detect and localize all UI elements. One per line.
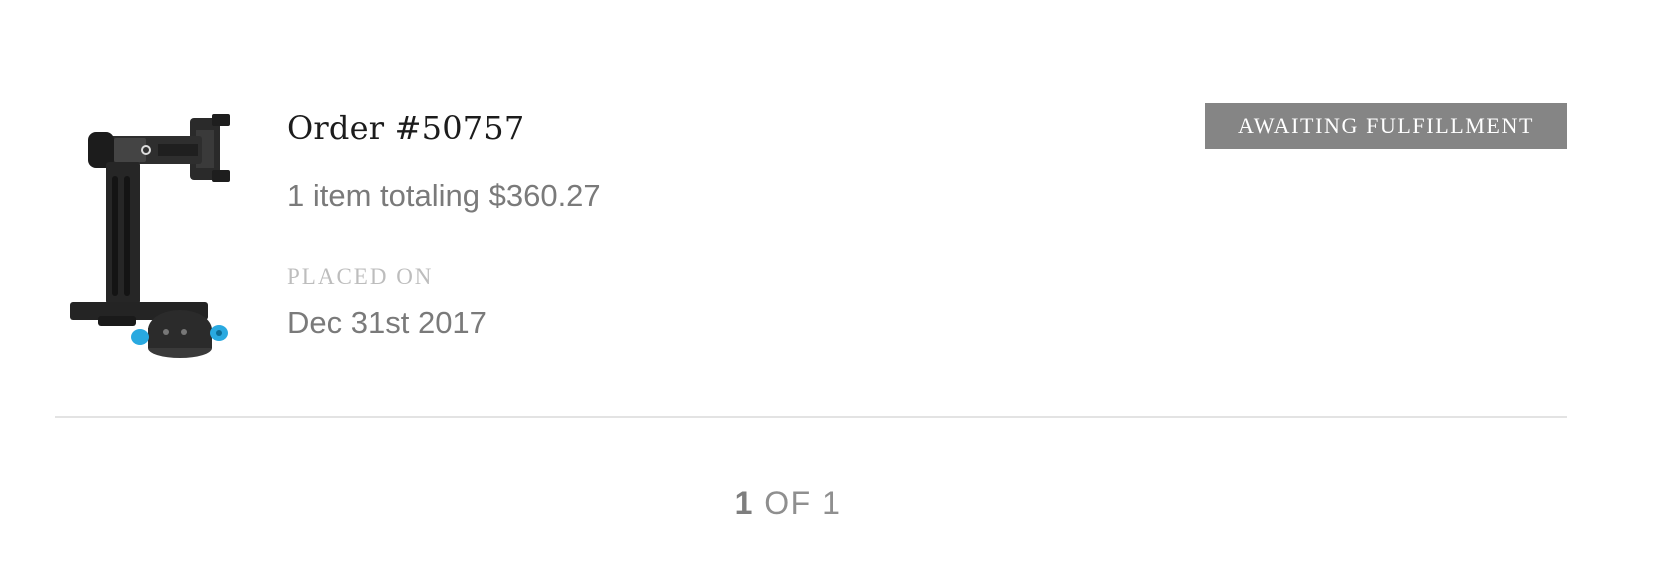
product-image[interactable]	[62, 110, 242, 365]
order-row: Order #50757 1 item totaling $360.27 PLA…	[0, 0, 1656, 420]
pagination: 1 OF 1	[0, 483, 1616, 523]
order-summary: 1 item totaling $360.27	[287, 178, 601, 213]
pagination-total-pages: 1	[822, 485, 842, 521]
placed-date: Dec 31st 2017	[287, 305, 487, 340]
order-title[interactable]: Order #50757	[287, 108, 524, 148]
pagination-current-page: 1	[734, 485, 754, 521]
placed-on-label: PLACED ON	[287, 264, 434, 289]
status-badge: AWAITING FULFILLMENT	[1205, 103, 1567, 149]
pagination-of-label: OF	[764, 485, 812, 521]
divider	[55, 416, 1567, 418]
